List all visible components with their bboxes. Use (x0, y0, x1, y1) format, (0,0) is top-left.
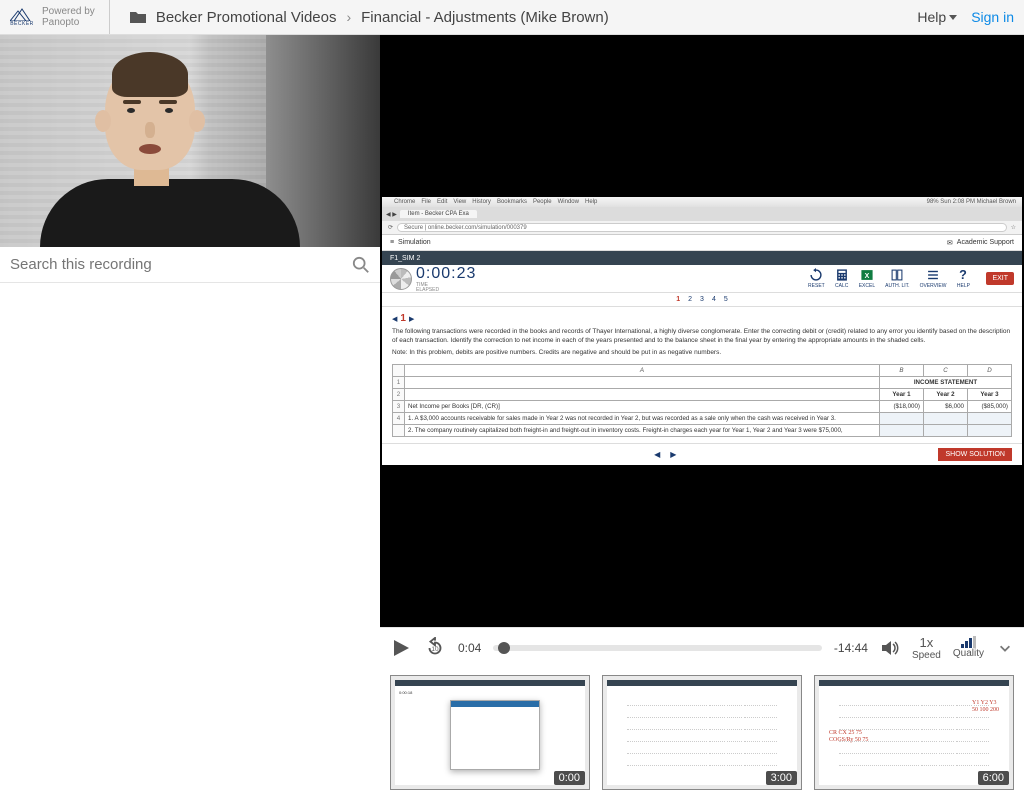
thumbnail-time: 6:00 (978, 771, 1009, 785)
breadcrumb-folder[interactable]: Becker Promotional Videos (156, 9, 337, 26)
tool-help: ?HELP (956, 268, 970, 289)
slide-toolbar: 0:00:23 TIMEELAPSED RESET CALC XEXCEL AU… (382, 265, 1022, 293)
search-icon[interactable] (352, 256, 370, 274)
slide-browser-tabs: ◀ ▶ Item - Becker CPA Exa (382, 207, 1022, 221)
app-header: BECKER Powered by Panopto Becker Promoti… (0, 0, 1024, 35)
remaining-time: -14:44 (834, 641, 868, 655)
slide-sim-title: F1_SIM 2 (382, 251, 1022, 265)
main: ChromeFileEditViewHistoryBookmarksPeople… (0, 35, 1024, 797)
timer-icon (390, 268, 412, 290)
header-right: Help Sign in (917, 9, 1014, 25)
progress-bar[interactable] (493, 645, 822, 651)
speed-control[interactable]: 1x Speed (912, 635, 941, 661)
search-input[interactable] (10, 256, 352, 273)
question-text: The following transactions were recorded… (392, 328, 1012, 345)
slide-body: ◀1▶ The following transactions were reco… (382, 307, 1022, 442)
powered-by: Powered by Panopto (42, 6, 95, 28)
thumbnail-strip: 0:00:18 0:00 3:00 (380, 667, 1024, 797)
becker-logo: BECKER (10, 5, 34, 29)
video-area[interactable]: ChromeFileEditViewHistoryBookmarksPeople… (380, 35, 1024, 627)
thumbnail[interactable]: 3:00 (602, 675, 802, 790)
webcam-feed (0, 35, 380, 247)
search-box (0, 247, 380, 283)
player-controls: 10 0:04 -14:44 1x Speed Quality (380, 627, 1024, 667)
speed-value: 1x (920, 635, 934, 650)
thumbnail-time: 3:00 (766, 771, 797, 785)
play-button[interactable] (390, 637, 412, 659)
slide-url-bar: ⟳ Secure | online.becker.com/simulation/… (382, 221, 1022, 235)
question-nav: ◀1▶ (392, 313, 1012, 324)
slide-mac-menubar: ChromeFileEditViewHistoryBookmarksPeople… (382, 197, 1022, 207)
caret-down-icon (949, 15, 957, 20)
svg-text:X: X (865, 273, 870, 280)
tool-overview: OVERVIEW (920, 268, 947, 289)
progress-handle[interactable] (498, 642, 510, 654)
thumbnail[interactable]: 0:00:18 0:00 (390, 675, 590, 790)
show-solution-button: SHOW SOLUTION (938, 448, 1012, 461)
slide-pager: 1 2 3 4 5 (382, 293, 1022, 307)
slide-table: ABCD 1INCOME STATEMENT 2Year 1Year 2Year… (392, 364, 1012, 437)
quality-label: Quality (953, 648, 984, 659)
logo-group: BECKER Powered by Panopto (10, 0, 110, 34)
timer-value: 0:00:23 (416, 265, 476, 282)
more-controls[interactable] (996, 641, 1014, 655)
thumbnail-time: 0:00 (554, 771, 585, 785)
svg-text:10: 10 (431, 645, 439, 652)
tool-calc: CALC (835, 268, 849, 289)
slide-content: ChromeFileEditViewHistoryBookmarksPeople… (382, 197, 1022, 464)
left-column (0, 35, 380, 797)
powered-line2: Panopto (42, 17, 95, 28)
help-label: Help (917, 9, 946, 25)
becker-logo-text: BECKER (10, 21, 34, 27)
right-column: ChromeFileEditViewHistoryBookmarksPeople… (380, 35, 1024, 797)
slide-app-bar: ≡ Simulation ✉Academic Support (382, 235, 1022, 251)
quality-bars-icon (961, 636, 976, 648)
thumbnail[interactable]: Y1 Y2 Y350 100 200 CR CX 25 75COGS/Ry 50… (814, 675, 1014, 790)
svg-text:?: ? (960, 269, 968, 283)
help-menu[interactable]: Help (917, 9, 957, 25)
slide-exit-button: EXIT (986, 272, 1014, 285)
chevron-right-icon: › (346, 9, 351, 25)
breadcrumb: Becker Promotional Videos › Financial - … (130, 9, 918, 26)
volume-button[interactable] (880, 638, 900, 658)
replay-10-button[interactable]: 10 (424, 637, 446, 659)
sign-in-link[interactable]: Sign in (971, 9, 1014, 25)
tool-excel: XEXCEL (859, 268, 875, 289)
tool-reset: RESET (808, 268, 825, 289)
breadcrumb-title: Financial - Adjustments (Mike Brown) (361, 9, 609, 26)
powered-line1: Powered by (42, 6, 95, 17)
folder-icon (130, 10, 146, 24)
quality-control[interactable]: Quality (953, 636, 984, 659)
tool-authlit: AUTH. LIT. (885, 268, 909, 289)
slide-tools: RESET CALC XEXCEL AUTH. LIT. OVERVIEW ?H… (808, 268, 970, 289)
question-note: Note: In this problem, debits are positi… (392, 349, 1012, 357)
speed-label: Speed (912, 650, 941, 661)
current-time: 0:04 (458, 641, 481, 655)
slide-footer: ◀▶ SHOW SOLUTION (382, 443, 1022, 465)
